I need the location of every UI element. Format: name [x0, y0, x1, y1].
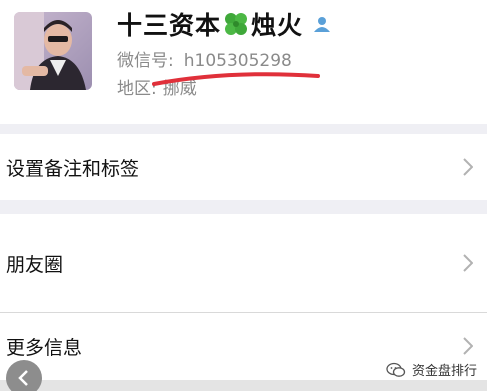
wechat-id-value: h105305298	[183, 51, 292, 71]
back-button[interactable]	[6, 360, 42, 391]
region-label: 地区:	[117, 79, 157, 99]
moments-label: 朋友圈	[6, 253, 64, 276]
bottom-bar	[0, 380, 487, 391]
set-remark-tags-item[interactable]: 设置备注和标签	[0, 134, 487, 200]
profile-name-part1: 十三资本	[117, 11, 222, 40]
profile-name-part2: 烛火	[251, 11, 304, 40]
wechat-id-label: 微信号:	[117, 51, 174, 71]
chevron-right-icon	[463, 254, 474, 272]
avatar-image	[14, 12, 92, 90]
wechat-official-account-icon	[386, 362, 406, 377]
back-arrow-icon	[18, 370, 28, 386]
avatar[interactable]	[14, 12, 92, 90]
region-value: 挪威	[162, 79, 197, 99]
watermark: 资金盘排行	[386, 360, 477, 379]
set-remark-tags-label: 设置备注和标签	[6, 157, 140, 180]
chevron-right-icon	[463, 337, 474, 355]
profile-name-row: 十三资本 烛火	[117, 6, 331, 42]
chevron-right-icon	[463, 158, 474, 176]
four-leaf-clover-icon	[222, 10, 250, 38]
wechat-id-row: 微信号: h105305298	[117, 46, 292, 71]
region-row: 地区: 挪威	[117, 74, 197, 99]
person-icon	[313, 15, 331, 33]
moments-item[interactable]: 朋友圈	[0, 214, 487, 312]
profile-header: 十三资本 烛火 微信号: h105305298 地区: 挪威	[0, 0, 487, 124]
more-info-label: 更多信息	[6, 337, 83, 359]
watermark-text: 资金盘排行	[411, 364, 477, 379]
